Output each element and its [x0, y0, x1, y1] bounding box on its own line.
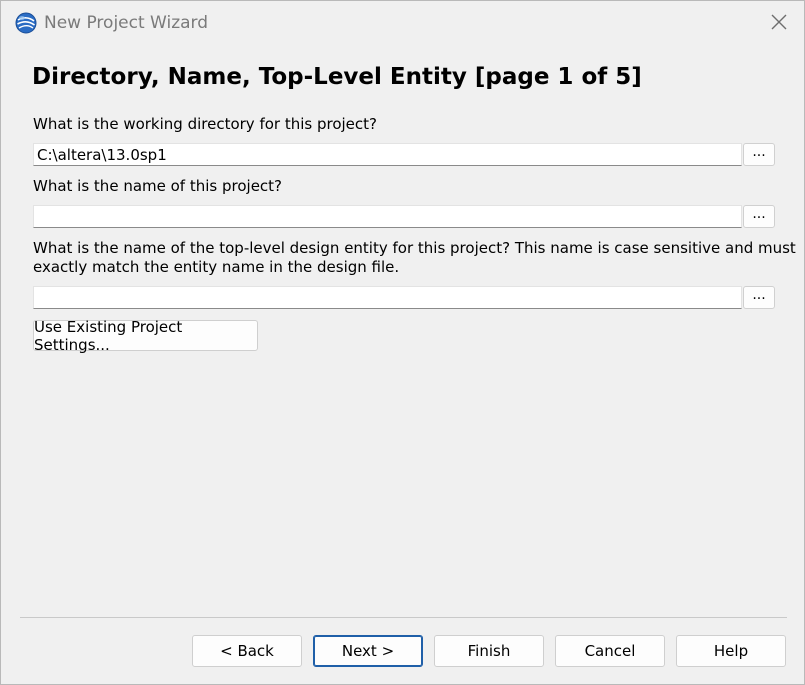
close-icon: [771, 14, 787, 34]
directory-label: What is the working directory for this p…: [33, 115, 378, 133]
project-name-input[interactable]: [33, 205, 742, 228]
footer-divider: [20, 617, 787, 618]
window-title: New Project Wizard: [44, 13, 209, 33]
finish-button[interactable]: Finish: [434, 635, 544, 667]
globe-icon: [15, 12, 37, 34]
top-level-label-line1: What is the name of the top-level design…: [33, 239, 796, 257]
title-bar: New Project Wizard: [1, 1, 804, 47]
project-name-browse-button[interactable]: ...: [743, 205, 775, 228]
close-button[interactable]: [761, 7, 797, 41]
back-button[interactable]: < Back: [192, 635, 302, 667]
cancel-button[interactable]: Cancel: [555, 635, 665, 667]
top-level-entity-input[interactable]: [33, 286, 742, 309]
page-title: Directory, Name, Top-Level Entity [page …: [32, 64, 642, 90]
use-existing-settings-button[interactable]: Use Existing Project Settings...: [33, 318, 258, 354]
help-button[interactable]: Help: [676, 635, 786, 667]
new-project-wizard-window: New Project Wizard Directory, Name, Top-…: [0, 0, 805, 685]
project-name-label: What is the name of this project?: [33, 177, 283, 195]
directory-browse-button[interactable]: ...: [743, 143, 775, 166]
directory-input[interactable]: [33, 143, 742, 166]
top-level-label-line2: exactly match the entity name in the des…: [33, 258, 400, 276]
next-button[interactable]: Next >: [313, 635, 423, 667]
top-level-browse-button[interactable]: ...: [743, 286, 775, 309]
